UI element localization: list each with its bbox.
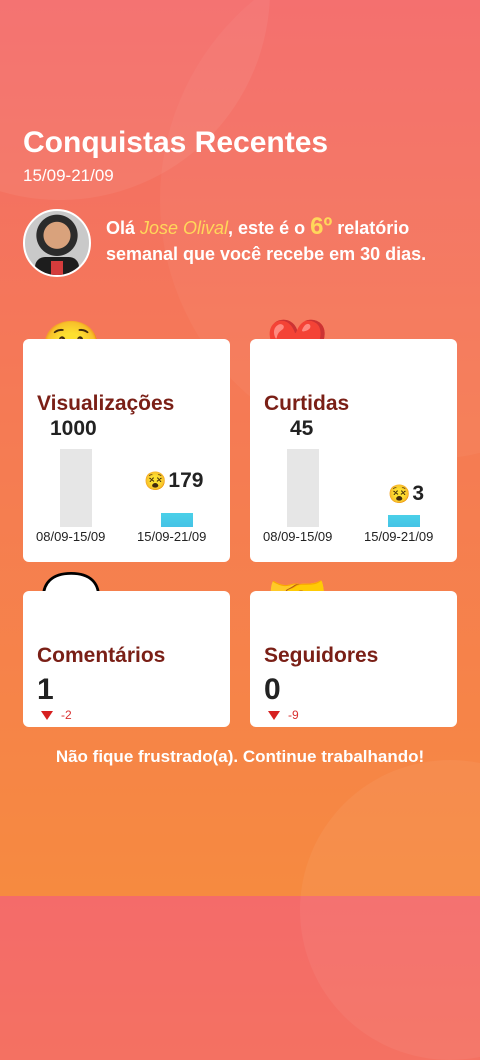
views-card[interactable]: Visualizações 1000 😵179 08/09-15/09 15/0… [23, 339, 230, 562]
user-name: Jose Olival [140, 218, 229, 238]
likes-current-period: 15/09-21/09 [364, 529, 434, 544]
motivation-message: Não fique frustrado(a). Continue trabalh… [55, 747, 425, 766]
avatar[interactable] [23, 209, 91, 277]
likes-prev-bar [287, 449, 319, 527]
comments-card[interactable]: Comentários 1 -2 [23, 591, 230, 727]
likes-label: Curtidas [264, 392, 350, 415]
greeting-text: Olá Jose Olival, este é o 6º relatório s… [106, 213, 427, 265]
decrease-arrow-icon [268, 711, 280, 721]
views-current-value: 😵179 [144, 469, 204, 492]
likes-current-bar [388, 515, 420, 527]
report-number: 6º [310, 213, 333, 240]
likes-prev-period: 08/09-15/09 [263, 529, 333, 544]
dizzy-face-icon: 😵 [144, 471, 167, 491]
views-prev-period: 08/09-15/09 [36, 529, 106, 544]
likes-card[interactable]: Curtidas 45 😵3 08/09-15/09 15/09-21/09 [250, 339, 457, 562]
comments-delta: -2 [41, 708, 72, 722]
decrease-arrow-icon [41, 711, 53, 721]
comments-count: 1 [37, 673, 54, 706]
views-prev-value: 1000 [50, 417, 97, 440]
likes-prev-value: 45 [290, 417, 314, 440]
views-label: Visualizações [37, 392, 175, 415]
views-prev-bar [60, 449, 92, 527]
comments-label: Comentários [37, 644, 166, 667]
page-title: Conquistas Recentes [23, 126, 329, 159]
followers-label: Seguidores [264, 644, 379, 667]
followers-card[interactable]: Seguidores 0 -9 [250, 591, 457, 727]
followers-count: 0 [264, 673, 281, 706]
followers-delta: -9 [268, 708, 299, 722]
likes-current-value: 😵3 [388, 482, 425, 505]
dizzy-face-icon: 😵 [388, 484, 411, 504]
date-range: 15/09-21/09 [23, 166, 114, 185]
views-current-period: 15/09-21/09 [137, 529, 207, 544]
views-current-bar [161, 513, 193, 527]
